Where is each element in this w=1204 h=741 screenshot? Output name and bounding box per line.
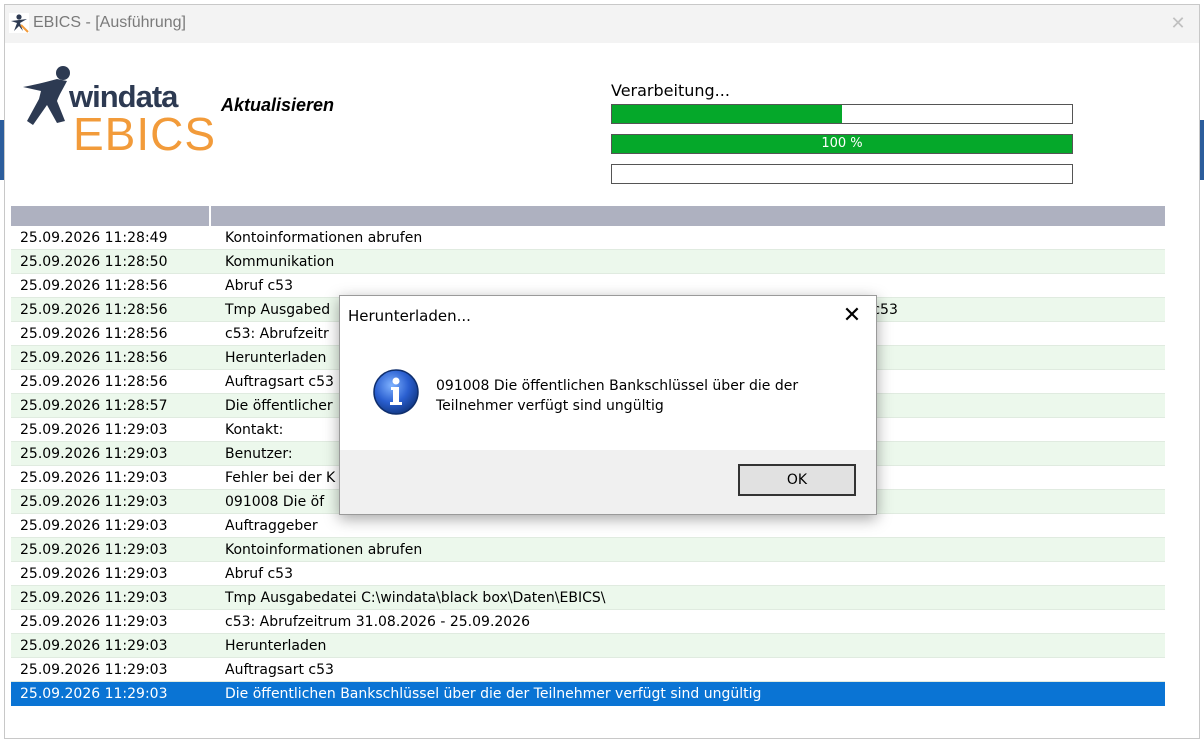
dialog-title: Herunterladen... <box>348 307 471 325</box>
log-timestamp: 25.09.2026 11:29:03 <box>20 662 168 678</box>
window-close-button[interactable]: ✕ <box>1165 11 1191 37</box>
log-timestamp: 25.09.2026 11:28:56 <box>20 326 168 342</box>
log-timestamp: 25.09.2026 11:28:56 <box>20 278 168 294</box>
log-message: Auftragsart c53 <box>225 374 334 390</box>
log-timestamp: 25.09.2026 11:28:56 <box>20 302 168 318</box>
progress-bar-3 <box>611 164 1073 184</box>
log-timestamp: 25.09.2026 11:28:50 <box>20 254 168 270</box>
progress-bar-2-text: 100 % <box>821 136 863 151</box>
log-timestamp: 25.09.2026 11:28:49 <box>20 230 168 246</box>
log-timestamp: 25.09.2026 11:28:56 <box>20 374 168 390</box>
ebics-execution-window: EBICS - [Ausführung] ✕ windata EBICS Akt… <box>4 4 1200 739</box>
log-timestamp: 25.09.2026 11:29:03 <box>20 518 168 534</box>
log-timestamp: 25.09.2026 11:28:57 <box>20 398 168 414</box>
ok-button[interactable]: OK <box>738 464 856 496</box>
log-row[interactable]: 25.09.2026 11:29:03 Kontoinformationen ab… <box>11 538 1165 562</box>
action-title: Aktualisieren <box>221 95 335 115</box>
log-message: Die öffentlichen Bankschlüssel über die … <box>225 686 762 702</box>
log-message: c53: Abrufzeitr <box>225 326 329 342</box>
log-timestamp: 25.09.2026 11:29:03 <box>20 566 168 582</box>
progress-bar-2: 100 % <box>611 134 1073 154</box>
log-message: Die öffentlicher <box>225 398 333 414</box>
log-message: c53: Abrufzeitrum 31.08.2026 - 25.09.202… <box>225 614 531 630</box>
log-timestamp: 25.09.2026 11:28:56 <box>20 350 168 366</box>
log-timestamp: 25.09.2026 11:29:03 <box>20 470 168 486</box>
log-message: Auftragsart c53 <box>225 662 334 678</box>
log-message: Herunterladen <box>225 350 327 366</box>
log-timestamp: 25.09.2026 11:29:03 <box>20 542 168 558</box>
log-message: 091008 Die öf <box>225 494 325 510</box>
log-row[interactable]: 25.09.2026 11:29:03 Auftraggeber <box>11 514 1165 538</box>
log-message: Kontakt: <box>225 422 284 438</box>
log-message: Tmp Ausgabedatei C:\windata\black box\Da… <box>225 590 606 606</box>
column-separator[interactable] <box>209 206 211 226</box>
log-timestamp: 25.09.2026 11:29:03 <box>20 446 168 462</box>
log-message: Abruf c53 <box>225 566 293 582</box>
log-message: Fehler bei der K <box>225 470 336 486</box>
log-message: Auftraggeber <box>225 518 318 534</box>
log-message: Kontoinformationen abrufen <box>225 230 423 246</box>
info-icon <box>373 369 419 415</box>
logo-text-ebics: EBICS <box>73 108 217 160</box>
dialog-close-button[interactable]: ✕ <box>838 302 866 330</box>
log-row[interactable]: 25.09.2026 11:28:49 Kontoinformationen ab… <box>11 226 1165 250</box>
app-icon <box>9 13 29 33</box>
log-timestamp: 25.09.2026 11:29:03 <box>20 494 168 510</box>
windata-ebics-logo: windata EBICS <box>21 65 215 160</box>
log-timestamp: 25.09.2026 11:29:03 <box>20 638 168 654</box>
log-row[interactable]: 25.09.2026 11:28:50 Kommunikation <box>11 250 1165 274</box>
log-message: Kontoinformationen abrufen <box>225 542 423 558</box>
log-timestamp: 25.09.2026 11:29:03 <box>20 590 168 606</box>
log-row[interactable]: 25.09.2026 11:29:03 Herunterladen <box>11 634 1165 658</box>
log-message: Herunterladen <box>225 638 327 654</box>
log-timestamp: 25.09.2026 11:29:03 <box>20 614 168 630</box>
title-bar[interactable]: EBICS - [Ausführung] ✕ <box>5 5 1199 43</box>
log-timestamp: 25.09.2026 11:29:03 <box>20 422 168 438</box>
log-message: Kommunikation <box>225 254 335 270</box>
log-row[interactable]: 25.09.2026 11:29:03 Die öffentlichen Bank… <box>11 682 1165 706</box>
log-message: Benutzer: <box>225 446 293 462</box>
log-message: Tmp Ausgabed <box>225 302 331 318</box>
progress-label: Verarbeitung... <box>611 81 730 100</box>
dialog-message: 091008 Die öffentlichen Bankschlüssel üb… <box>436 378 799 414</box>
log-row[interactable]: 25.09.2026 11:29:03 Tmp Ausgabedatei C:\w… <box>11 586 1165 610</box>
window-title: EBICS - [Ausführung] <box>33 14 186 31</box>
dialog-footer: OK <box>340 450 876 514</box>
log-message: Abruf c53 <box>225 278 293 294</box>
progress-bar-1 <box>611 104 1073 124</box>
info-dialog: Herunterladen... ✕ 091008 Die öffentlich… <box>339 295 877 515</box>
log-row[interactable]: 25.09.2026 11:29:03 Auftragsart c53 <box>11 658 1165 682</box>
log-list-header[interactable] <box>11 206 1165 226</box>
progress-bar-1-fill <box>612 105 842 123</box>
log-timestamp: 25.09.2026 11:29:03 <box>20 686 168 702</box>
background-window-edge <box>1200 120 1204 180</box>
log-row[interactable]: 25.09.2026 11:29:03 c53: Abrufzeitrum 31.… <box>11 610 1165 634</box>
log-row[interactable]: 25.09.2026 11:29:03 Abruf c53 <box>11 562 1165 586</box>
